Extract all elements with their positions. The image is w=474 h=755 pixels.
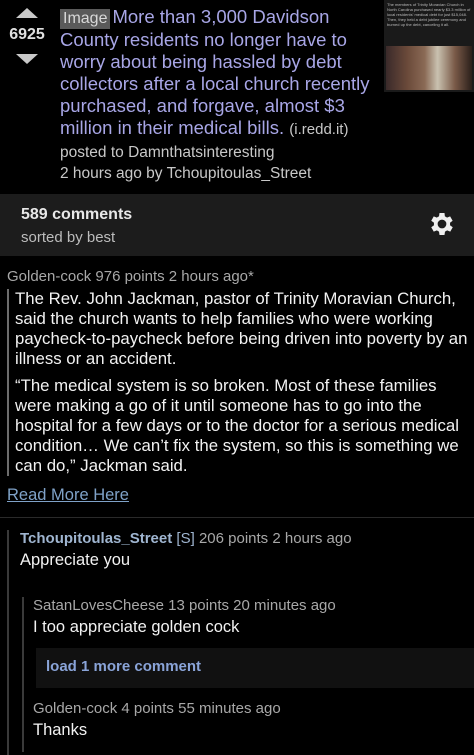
post-domain[interactable]: (i.redd.it) — [289, 121, 348, 138]
comments-bar: 589 comments sorted by best — [0, 194, 474, 256]
comment-count: 589 comments — [21, 206, 133, 223]
load-more-comments-button[interactable]: load 1 more comment — [36, 648, 474, 688]
reply-time: 55 minutes ago — [178, 700, 281, 717]
reply-body: Appreciate you — [20, 551, 131, 569]
reply-author[interactable]: Golden-cock — [33, 700, 117, 717]
reply-meta: SatanLovesCheese 13 points 20 minutes ag… — [33, 597, 336, 614]
gear-icon[interactable] — [427, 209, 457, 239]
post-flair: Image — [60, 9, 111, 29]
upvote-arrow-icon[interactable] — [16, 8, 38, 18]
thread-line — [7, 530, 9, 755]
comment-paragraph: “The medical system is so broken. Most o… — [15, 376, 459, 475]
comment-time: 2 hours ago* — [168, 268, 254, 285]
reply-author[interactable]: Tchoupitoulas_Street — [20, 530, 172, 547]
read-more-link[interactable]: Read More Here — [7, 486, 469, 505]
comment: Golden-cock 976 points 2 hours ago* The … — [7, 268, 469, 505]
reply-comment: Tchoupitoulas_Street [S] 206 points 2 ho… — [7, 530, 474, 755]
post-time-author[interactable]: 2 hours ago by Tchoupitoulas_Street — [60, 163, 311, 184]
post-score: 6925 — [9, 26, 45, 43]
reply-body: I too appreciate golden cock — [33, 618, 240, 636]
divider — [0, 517, 474, 518]
downvote-arrow-icon[interactable] — [16, 54, 38, 64]
reply-time: 2 hours ago — [272, 530, 352, 547]
post-meta: posted to Damnthatsinteresting 2 hours a… — [60, 142, 311, 184]
reply-points: 13 points — [168, 597, 229, 614]
reply-body: Thanks — [33, 721, 88, 739]
post-header: 6925 Image More than 3,000 Davidson Count… — [0, 0, 474, 194]
submitter-tag: [S] — [176, 530, 195, 547]
comment-paragraph: The Rev. John Jackman, pastor of Trinity… — [15, 289, 468, 368]
comment-author[interactable]: Golden-cock — [7, 268, 91, 285]
thumbnail-photo — [386, 46, 472, 90]
post-title-block[interactable]: Image More than 3,000 Davidson County res… — [60, 6, 375, 141]
posted-to-subreddit[interactable]: posted to Damnthatsinteresting — [60, 142, 311, 163]
reply-comment: SatanLovesCheese 13 points 20 minutes ag… — [22, 597, 474, 752]
vote-column: 6925 — [0, 8, 54, 64]
reply-author[interactable]: SatanLovesCheese — [33, 597, 164, 614]
reply-points: 4 points — [121, 700, 174, 717]
sort-order[interactable]: sorted by best — [21, 229, 115, 246]
reply-comment: Golden-cock 4 points 55 minutes ago Than… — [22, 700, 474, 750]
reply-meta: Golden-cock 4 points 55 minutes ago — [33, 700, 281, 717]
reply-time: 20 minutes ago — [233, 597, 336, 614]
post-thumbnail[interactable]: The members of Trinity Moravian Church i… — [384, 0, 474, 92]
thumbnail-caption: The members of Trinity Moravian Church i… — [387, 2, 471, 27]
comment-quote: The Rev. John Jackman, pastor of Trinity… — [7, 289, 469, 476]
comment-meta: Golden-cock 976 points 2 hours ago* — [7, 268, 469, 285]
load-more-label: load 1 more comment — [46, 658, 202, 675]
comment-points: 976 points — [95, 268, 165, 285]
reply-meta: Tchoupitoulas_Street [S] 206 points 2 ho… — [20, 530, 352, 547]
reply-points: 206 points — [198, 530, 269, 547]
